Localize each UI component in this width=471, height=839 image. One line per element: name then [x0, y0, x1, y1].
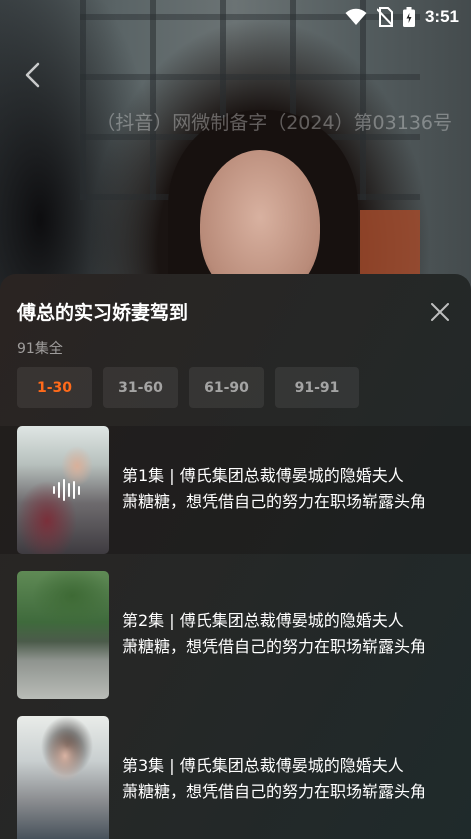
close-button[interactable] [426, 298, 454, 326]
episode-title-line: 第2集 | 傅氏集团总裁傅晏城的隐婚夫人 [122, 611, 404, 630]
episode-count: 91集全 [17, 341, 63, 357]
episode-summary-line: 萧糖糖，想凭借自己的努力在职场崭露头角 [122, 782, 427, 801]
back-button[interactable] [18, 60, 48, 90]
video-background-wall [360, 210, 420, 280]
episode-thumbnail [17, 716, 109, 839]
range-tab-91-91[interactable]: 91-91 [275, 367, 359, 408]
episode-summary-line: 萧糖糖，想凭借自己的努力在职场崭露头角 [122, 492, 427, 511]
episode-item-3[interactable]: 第3集 | 傅氏集团总裁傅晏城的隐婚夫人 萧糖糖，想凭借自己的努力在职场崭露头角 [0, 716, 471, 839]
battery-icon [402, 7, 415, 27]
no-sim-icon [376, 7, 393, 27]
episode-item-1[interactable]: 第1集 | 傅氏集团总裁傅晏城的隐婚夫人 萧糖糖，想凭借自己的努力在职场崭露头角 [0, 426, 471, 554]
range-tab-1-30[interactable]: 1-30 [17, 367, 92, 408]
episode-sheet: 傅总的实习娇妻驾到 91集全 1-30 31-60 61-90 91-91 第1… [0, 274, 471, 839]
episode-list: 第1集 | 傅氏集团总裁傅晏城的隐婚夫人 萧糖糖，想凭借自己的努力在职场崭露头角… [0, 426, 471, 839]
episode-description: 第2集 | 傅氏集团总裁傅晏城的隐婚夫人 萧糖糖，想凭借自己的努力在职场崭露头角 [122, 608, 457, 660]
episode-description: 第3集 | 傅氏集团总裁傅晏城的隐婚夫人 萧糖糖，想凭借自己的努力在职场崭露头角 [122, 753, 457, 805]
episode-title-line: 第3集 | 傅氏集团总裁傅晏城的隐婚夫人 [122, 756, 404, 775]
status-bar: 3:51 [0, 0, 471, 34]
episode-title-line: 第1集 | 傅氏集团总裁傅晏城的隐婚夫人 [122, 466, 404, 485]
episode-thumbnail [17, 426, 109, 554]
episode-summary-line: 萧糖糖，想凭借自己的努力在职场崭露头角 [122, 637, 427, 656]
episode-thumbnail [17, 571, 109, 699]
episode-item-2[interactable]: 第2集 | 傅氏集团总裁傅晏城的隐婚夫人 萧糖糖，想凭借自己的努力在职场崭露头角 [0, 571, 471, 716]
episode-description: 第1集 | 傅氏集团总裁傅晏城的隐婚夫人 萧糖糖，想凭借自己的努力在职场崭露头角 [122, 463, 457, 515]
range-tab-61-90[interactable]: 61-90 [189, 367, 264, 408]
close-icon [431, 303, 449, 321]
range-tab-31-60[interactable]: 31-60 [103, 367, 178, 408]
chevron-left-icon [25, 62, 40, 88]
video-player[interactable] [0, 0, 471, 300]
status-time: 3:51 [424, 7, 459, 26]
wifi-icon [345, 8, 367, 25]
license-watermark: （抖音）网微制备字（2024）第03136号 [96, 112, 452, 134]
episode-range-tabs: 1-30 31-60 61-90 91-91 [17, 367, 359, 408]
drama-title: 傅总的实习娇妻驾到 [17, 302, 189, 324]
playing-indicator-icon [53, 478, 80, 502]
